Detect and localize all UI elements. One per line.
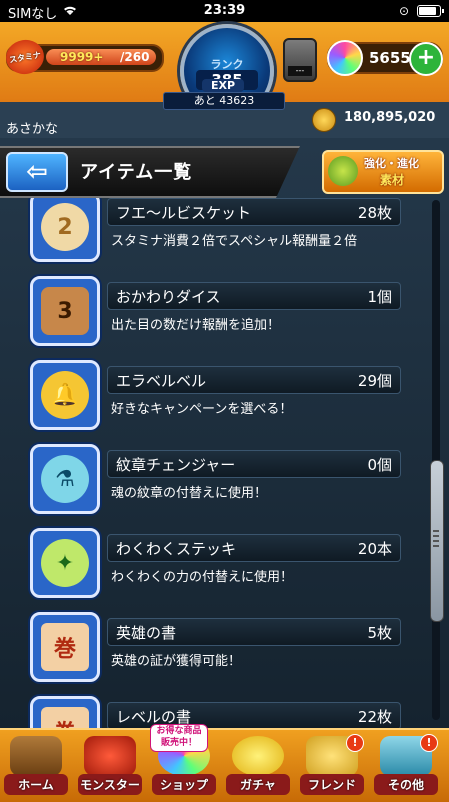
nav-home[interactable]: ホーム (4, 736, 68, 798)
bell-icon: 🔔 (30, 360, 100, 430)
list-item[interactable]: ⚗ 紋章チェンジャー 0個 魂の紋章の付替えに使用！ (0, 442, 420, 526)
item-name: わくわくステッキ (116, 540, 237, 558)
status-right: ⊙ (398, 4, 444, 18)
list-item[interactable]: 2 フエ〜ルビスケット 28枚 スタミナ消費２倍でスペシャル報酬量２倍 (0, 190, 420, 274)
item-name-bar: 紋章チェンジャー 0個 (107, 450, 401, 478)
item-quantity: 28枚 (357, 204, 392, 222)
biscuit-icon: 2 (30, 192, 100, 262)
enhance-label: 強化・進化 (364, 157, 419, 170)
exp-remaining: あと 43623 (163, 92, 285, 110)
item-list[interactable]: 2 フエ〜ルビスケット 28枚 スタミナ消費２倍でスペシャル報酬量２倍 3 おか… (0, 138, 449, 728)
coin-icon (312, 108, 336, 132)
item-description: スタミナ消費２倍でスペシャル報酬量２倍 (111, 234, 358, 249)
page-banner: ⇦ アイテム一覧 強化・進化 素材 (0, 146, 449, 198)
item-name-bar: 英雄の書 5枚 (107, 618, 401, 646)
stamina-label: スタミナ (3, 36, 47, 78)
clock: 23:39 (203, 3, 246, 18)
item-quantity: 22枚 (357, 708, 392, 726)
nav-label: ガチャ (226, 774, 290, 795)
list-item[interactable]: ✦ わくわくステッキ 20本 わくわくの力の付替えに使用！ (0, 526, 420, 610)
item-name-bar: わくわくステッキ 20本 (107, 534, 401, 562)
orb-icon (327, 40, 363, 76)
item-name-bar: レベルの書 22枚 (107, 702, 401, 728)
home-icon (10, 736, 62, 776)
item-description: 出た目の数だけ報酬を追加！ (111, 318, 281, 333)
item-name: エラベルベル (116, 372, 207, 390)
battery-icon (417, 5, 444, 17)
back-button[interactable]: ⇦ (6, 152, 68, 192)
item-description: 好きなキャンペーンを選べる！ (111, 402, 293, 417)
materials-label: 素材 (380, 173, 405, 187)
stamina-gauge: スタミナ 9999+ /260 (3, 36, 164, 78)
item-description: 英雄の証が獲得可能！ (111, 654, 242, 669)
gacha-icon (232, 736, 284, 776)
user-name: あさかな (6, 122, 59, 137)
exp-label: EXP (202, 79, 244, 92)
enhance-materials-button[interactable]: 強化・進化 素材 (322, 150, 444, 194)
page-title: アイテム一覧 (80, 162, 193, 183)
changer-icon: ⚗ (30, 444, 100, 514)
nav-label: ショップ (152, 774, 216, 795)
bottom-nav: ホーム モンスター ショップ ガチャ フレンド ! その他 ! お得な商品 販売… (0, 724, 449, 802)
nav-friend[interactable]: フレンド ! (300, 734, 364, 798)
device-icon[interactable]: --- (283, 38, 317, 82)
item-name-bar: おかわりダイス 1個 (107, 282, 401, 310)
item-quantity: 20本 (357, 540, 392, 558)
item-name-bar: フエ〜ルビスケット 28枚 (107, 198, 401, 226)
stamina-max: /260 (120, 50, 150, 64)
nav-label: フレンド (300, 774, 364, 795)
nav-label: モンスター (78, 774, 142, 795)
scroll-icon: 巻 (30, 612, 100, 682)
nav-gacha[interactable]: ガチャ (226, 736, 290, 798)
item-name: 英雄の書 (116, 624, 177, 642)
orientation-lock-icon: ⊙ (398, 4, 409, 18)
alert-badge: ! (420, 734, 438, 752)
list-item[interactable]: 3 おかわりダイス 1個 出た目の数だけ報酬を追加！ (0, 274, 420, 358)
level-book-icon: 巻 (30, 696, 100, 728)
promo-badge: お得な商品 販売中！ (150, 724, 208, 752)
item-description: わくわくの力の付替えに使用！ (111, 570, 294, 585)
device-label: --- (288, 66, 312, 76)
nav-label: その他 (374, 774, 438, 795)
stamina-value: 9999+ (60, 50, 104, 64)
coin-count: 180,895,020 (344, 110, 436, 125)
monster-icon (328, 156, 358, 186)
status-bar: SIMなし 23:39 ⊙ (0, 0, 449, 22)
list-item[interactable]: 巻 レベルの書 22枚 (0, 694, 420, 728)
dice-icon: 3 (30, 276, 100, 346)
item-description: 魂の紋章の付替えに使用！ (111, 486, 268, 501)
item-quantity: 1個 (367, 288, 392, 306)
nav-other[interactable]: その他 ! (374, 734, 438, 798)
orb-counter: 5655 + (327, 40, 443, 76)
list-item[interactable]: 🔔 エラベルベル 29個 好きなキャンペーンを選べる！ (0, 358, 420, 442)
item-quantity: 5枚 (367, 624, 392, 642)
add-orb-button[interactable]: + (409, 42, 443, 76)
item-quantity: 29個 (357, 372, 392, 390)
nav-monster[interactable]: モンスター (78, 736, 142, 798)
monster-nav-icon (84, 736, 136, 776)
nav-label: ホーム (4, 774, 68, 795)
item-name: おかわりダイス (116, 288, 221, 306)
item-name: 紋章チェンジャー (116, 456, 236, 474)
item-name: フエ〜ルビスケット (116, 204, 252, 222)
item-name-bar: エラベルベル 29個 (107, 366, 401, 394)
wand-icon: ✦ (30, 528, 100, 598)
scrollbar-grip-icon (433, 530, 439, 550)
list-item[interactable]: 巻 英雄の書 5枚 英雄の証が獲得可能！ (0, 610, 420, 694)
alert-badge: ! (346, 734, 364, 752)
orb-count: 5655 (369, 49, 411, 67)
item-quantity: 0個 (367, 456, 392, 474)
